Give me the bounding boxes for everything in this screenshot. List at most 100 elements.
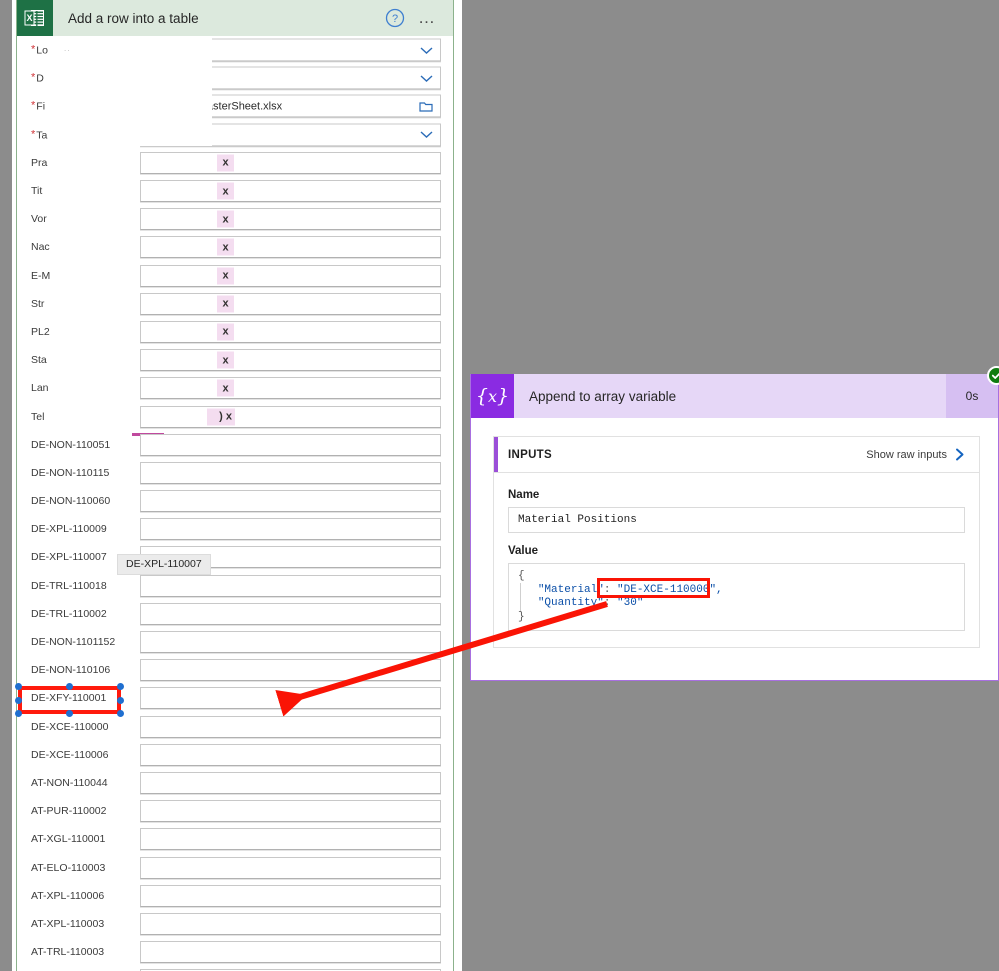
resize-handle-e[interactable] (117, 696, 124, 704)
value-field-label: Value (508, 545, 539, 557)
field-label: *Ta (31, 128, 48, 142)
token-field[interactable] (140, 405, 441, 428)
field-label: Tel (31, 410, 45, 423)
resize-handle-sw[interactable] (15, 710, 22, 717)
value-field-json: { "Material": "DE-XCE-110000", "Quantity… (508, 563, 965, 631)
name-field-value: Material Positions (508, 507, 965, 533)
field-label: Vor (31, 213, 47, 226)
chevron-down-icon (420, 75, 433, 82)
material-input[interactable] (140, 687, 441, 710)
token-field[interactable] (140, 208, 441, 231)
folder-icon[interactable] (419, 100, 433, 112)
material-input[interactable] (140, 743, 441, 766)
material-input[interactable] (140, 518, 441, 541)
resize-handle-s[interactable] (66, 710, 73, 717)
resize-handle-nw[interactable] (15, 683, 22, 690)
material-input[interactable] (140, 715, 441, 738)
label-occlusion-overlay (59, 36, 137, 384)
material-input[interactable] (140, 574, 441, 597)
json-key-quantity: "Quantity" (537, 597, 604, 609)
material-input[interactable] (140, 856, 441, 879)
material-label: AT-ELO-110003 (31, 861, 106, 874)
help-circle-icon[interactable]: ? (384, 7, 406, 29)
form-row-material: AT-XPL-110006 (17, 882, 453, 910)
material-label: DE-NON-1101152 (31, 636, 116, 649)
form-row-material-selected: DE-XCE-110000 (17, 713, 453, 741)
form-row-material: DE-XPL-110007 (17, 543, 453, 571)
field-label: Tit (31, 185, 43, 198)
inputs-content: Name Material Positions Value { "Materia… (494, 473, 979, 647)
material-label: DE-NON-110106 (31, 664, 111, 677)
remove-token-icon[interactable]: x (217, 295, 234, 313)
material-input[interactable] (140, 828, 441, 851)
material-input[interactable] (140, 490, 441, 513)
token-field[interactable] (140, 377, 441, 400)
remove-token-icon[interactable]: x (217, 238, 234, 256)
required-marker: * (31, 128, 36, 141)
remove-token-icon[interactable]: x (217, 210, 234, 228)
material-label: DE-TRL-110018 (31, 579, 107, 592)
remove-token-icon[interactable]: x (217, 379, 234, 397)
excel-card-header: X Add a row into a table ? … (17, 0, 453, 36)
json-key-material: "Material" (537, 583, 604, 596)
token-field[interactable] (140, 320, 441, 343)
material-input[interactable] (140, 800, 441, 823)
append-to-array-card: {x} Append to array variable 0s INPUTS S… (470, 366, 999, 681)
remove-token-icon[interactable]: x (217, 323, 234, 341)
form-row-material: DE-NON-1101152 (17, 628, 453, 656)
required-marker: * (31, 71, 36, 84)
token-field[interactable] (140, 236, 441, 259)
array-card-body: INPUTS Show raw inputs Name Material Pos… (471, 418, 998, 680)
inputs-header-row: INPUTS Show raw inputs (494, 437, 979, 473)
material-input[interactable] (140, 912, 441, 935)
material-label: AT-NON-110044 (31, 776, 108, 789)
field-label: PL2 (31, 325, 50, 338)
chevron-right-icon[interactable] (955, 448, 965, 461)
material-input[interactable] (140, 631, 441, 654)
resize-handle-w[interactable] (15, 696, 22, 704)
material-input[interactable] (140, 602, 441, 625)
field-label: Str (31, 297, 45, 310)
resize-handle-n[interactable] (66, 683, 73, 690)
remove-token-icon[interactable]: x (217, 154, 234, 172)
inputs-section: INPUTS Show raw inputs Name Material Pos… (493, 436, 980, 648)
resize-handle-se[interactable] (117, 710, 124, 717)
required-marker: * (31, 99, 36, 112)
field-label: *Fi (31, 99, 46, 113)
resize-handle-ne[interactable] (117, 683, 124, 690)
success-check-icon (987, 366, 999, 385)
name-field-label: Name (508, 489, 540, 501)
token-field[interactable] (140, 349, 441, 372)
remove-token-icon[interactable]: x (217, 182, 234, 200)
remove-token-icon[interactable]: x (217, 351, 234, 369)
material-input[interactable] (140, 771, 441, 794)
required-marker: * (31, 43, 36, 56)
field-label: Nac (31, 241, 50, 254)
material-label: AT-XPL-110003 (31, 917, 105, 930)
show-raw-inputs-link[interactable]: Show raw inputs (866, 449, 947, 461)
material-input[interactable] (140, 433, 441, 456)
token-field[interactable] (140, 264, 441, 287)
form-row-material: AT-TRL-110003 (17, 938, 453, 966)
material-input[interactable] (140, 659, 441, 682)
field-label: Pra (31, 156, 48, 169)
material-label: AT-XPL-110006 (31, 889, 105, 902)
selection-box[interactable] (15, 683, 124, 717)
token-field[interactable] (140, 292, 441, 315)
desktop-background (462, 0, 999, 374)
remove-token-icon[interactable]: x (217, 267, 234, 285)
token-field[interactable] (140, 180, 441, 203)
ellipsis-icon[interactable]: … (418, 9, 437, 26)
field-label: Sta (31, 354, 47, 367)
material-input[interactable] (140, 461, 441, 484)
material-input[interactable] (140, 941, 441, 964)
material-input[interactable] (140, 884, 441, 907)
remove-token-icon[interactable]: ) x (207, 408, 235, 426)
token-field[interactable] (140, 151, 441, 174)
field-label: Lan (31, 382, 49, 395)
chevron-down-icon (420, 131, 433, 139)
card-title: Add a row into a table (68, 10, 199, 26)
material-label: DE-TRL-110002 (31, 607, 107, 620)
material-label: DE-NON-110115 (31, 466, 110, 479)
field-label: E-M (31, 269, 51, 282)
